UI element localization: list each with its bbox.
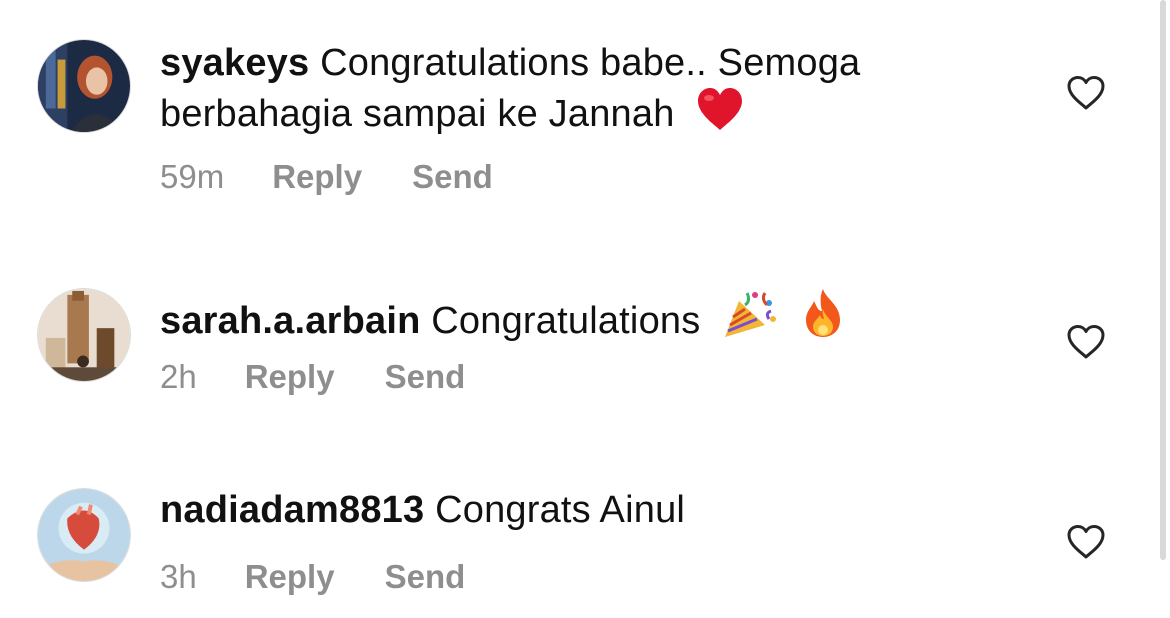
reply-button[interactable]: Reply — [272, 158, 362, 196]
comment-meta: 3h Reply Send — [160, 558, 465, 596]
avatar[interactable] — [37, 488, 131, 582]
avatar-image — [38, 489, 130, 581]
comment-item: nadiadam8813 Congrats Ainul 3h Reply Sen… — [0, 430, 1150, 618]
comment-meta: 59m Reply Send — [160, 158, 493, 196]
comment-text-block: sarah.a.arbain Congratulations — [160, 287, 980, 344]
comment-item: syakeys Congratulations babe.. Semoga be… — [0, 0, 1150, 230]
red-heart-icon — [695, 86, 745, 132]
comment-body: Congratulations — [431, 300, 701, 342]
avatar-image — [38, 40, 130, 132]
comment-username[interactable]: sarah.a.arbain — [160, 300, 421, 342]
heart-outline-icon[interactable] — [1066, 324, 1106, 360]
comment-timestamp: 3h — [160, 558, 197, 595]
comment-timestamp: 59m — [160, 158, 225, 195]
comment-username[interactable]: nadiadam8813 — [160, 489, 424, 531]
send-button[interactable]: Send — [412, 158, 493, 196]
avatar[interactable] — [37, 288, 131, 382]
comment-meta: 2h Reply Send — [160, 358, 465, 396]
send-button[interactable]: Send — [385, 558, 466, 596]
heart-outline-icon[interactable] — [1066, 524, 1106, 560]
avatar-image — [38, 289, 130, 381]
comment-text-block: syakeys Congratulations babe.. Semoga be… — [160, 40, 980, 137]
scrollbar[interactable] — [1160, 0, 1166, 560]
fire-icon — [800, 287, 846, 339]
comment-item: sarah.a.arbain Congratulations 2h Reply … — [0, 230, 1150, 430]
avatar[interactable] — [37, 39, 131, 133]
comment-timestamp: 2h — [160, 358, 197, 395]
comment-text-block: nadiadam8813 Congrats Ainul — [160, 487, 980, 533]
party-popper-icon — [721, 289, 779, 339]
heart-outline-icon[interactable] — [1066, 75, 1106, 111]
reply-button[interactable]: Reply — [245, 358, 335, 396]
send-button[interactable]: Send — [385, 358, 466, 396]
reply-button[interactable]: Reply — [245, 558, 335, 596]
comment-username[interactable]: syakeys — [160, 42, 309, 84]
comment-body: Congrats Ainul — [435, 489, 686, 531]
